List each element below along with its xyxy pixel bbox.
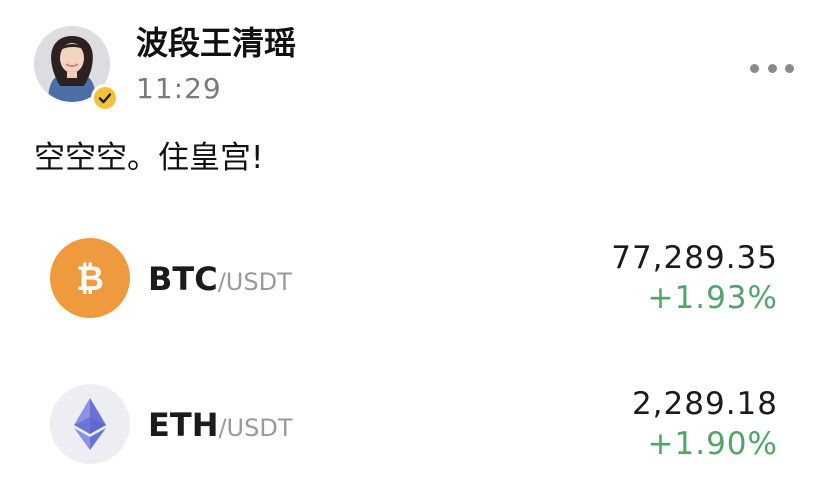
verified-check-icon bbox=[91, 84, 119, 112]
svg-text:₿: ₿ bbox=[76, 259, 104, 299]
change-percent: +1.93% bbox=[647, 280, 778, 316]
ticker-row-eth[interactable]: ETH/USDT 2,289.18 +1.90% bbox=[0, 374, 828, 474]
pair-base: ETH bbox=[148, 406, 219, 444]
pair-label: ETH/USDT bbox=[148, 406, 293, 444]
change-percent: +1.90% bbox=[647, 426, 778, 462]
post-card: 波段王清瑶 11:29 空空空。住皇宫! ₿ BTC/USDT 77,289.3… bbox=[0, 0, 828, 478]
more-dots-icon bbox=[785, 63, 794, 73]
username[interactable]: 波段王清瑶 bbox=[136, 24, 296, 62]
pair-quote: /USDT bbox=[218, 414, 293, 442]
pair-base: BTC bbox=[148, 260, 218, 298]
price: 77,289.35 bbox=[611, 240, 778, 276]
more-dots-icon bbox=[767, 63, 777, 73]
more-options-button[interactable] bbox=[750, 58, 794, 78]
more-dots-icon bbox=[750, 63, 759, 73]
post-text: 空空空。住皇宫! bbox=[34, 140, 264, 176]
pair-label: BTC/USDT bbox=[148, 260, 292, 298]
price: 2,289.18 bbox=[631, 386, 778, 422]
bitcoin-icon: ₿ bbox=[50, 238, 130, 318]
post-time: 11:29 bbox=[136, 72, 222, 105]
ethereum-icon bbox=[50, 384, 130, 464]
pair-quote: /USDT bbox=[217, 268, 292, 296]
ticker-row-btc[interactable]: ₿ BTC/USDT 77,289.35 +1.93% bbox=[0, 228, 828, 328]
